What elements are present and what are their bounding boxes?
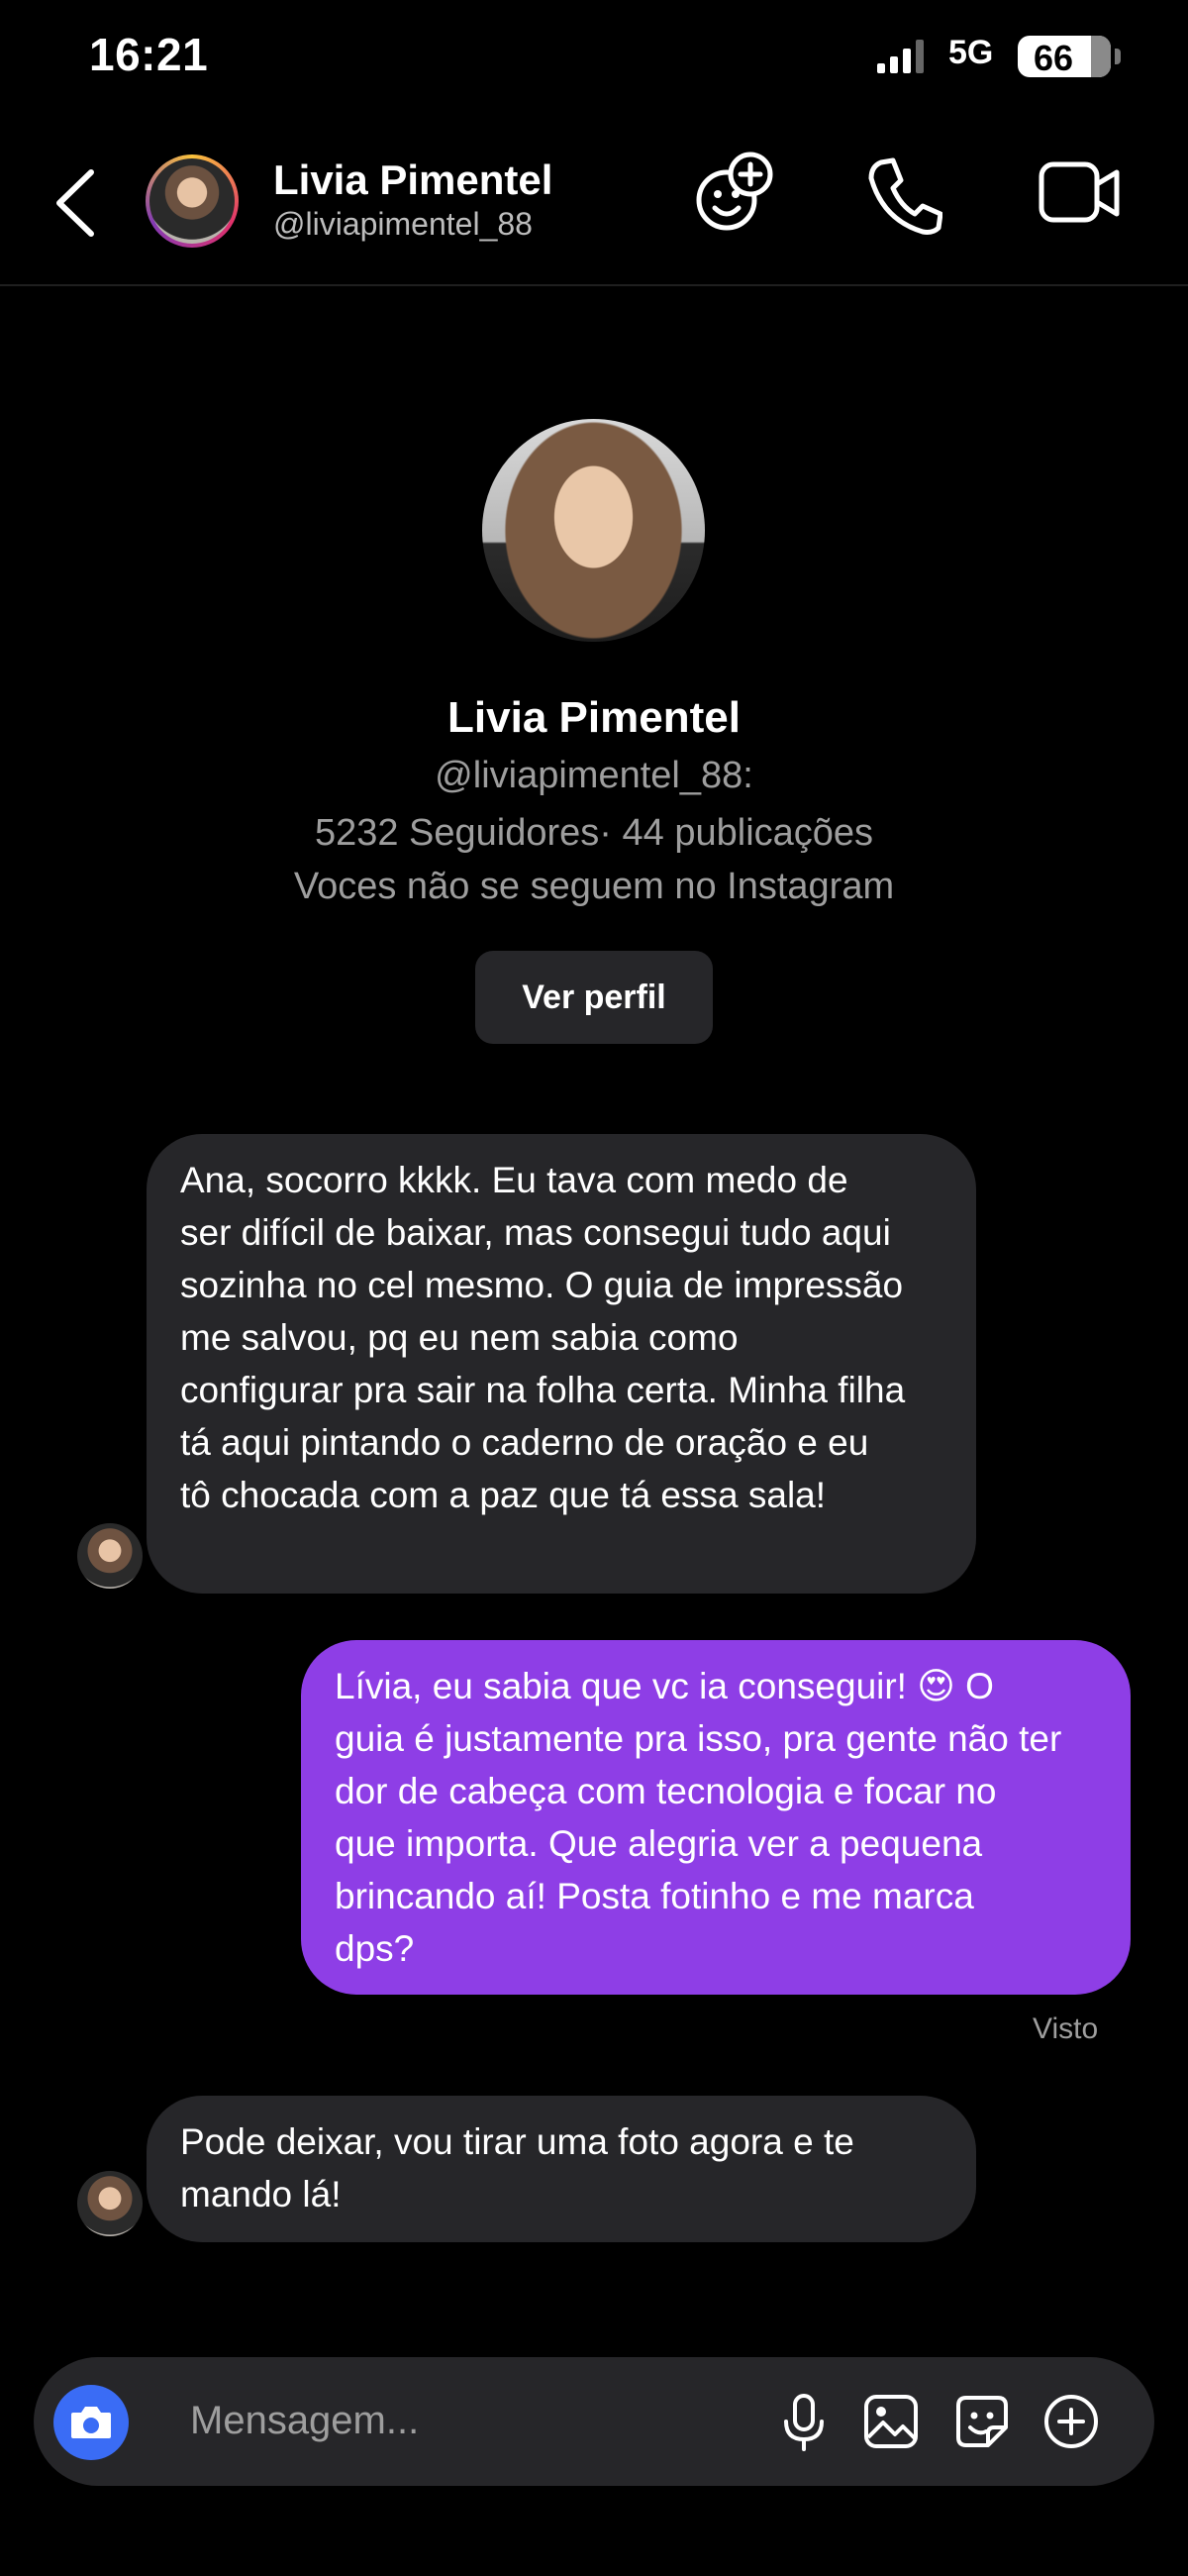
profile-stats: 5232 Seguidores· 44 publicações [314, 812, 874, 854]
header-divider [0, 284, 1188, 286]
plus-icon[interactable] [1040, 2390, 1103, 2453]
message-line: dps? [335, 1928, 415, 1969]
message-line: brincando aí! Posta fotinho e me marca [335, 1876, 974, 1916]
network-label: 5G [948, 34, 994, 71]
message-line: sozinha no cel mesmo. O guia de impressã… [180, 1265, 904, 1305]
message-bubble-incoming[interactable]: Ana, socorro kkkk. Eu tava com medo de s… [147, 1134, 976, 1594]
message-line: ser difícil de baixar, mas consegui tudo… [180, 1212, 891, 1253]
message-line: me salvou, pq eu nem sabia como [180, 1317, 739, 1358]
battery-level: 66 [1034, 38, 1074, 78]
camera-icon [71, 2407, 111, 2438]
sender-avatar[interactable] [77, 1523, 143, 1589]
header-username[interactable]: @liviapimentel_88 [273, 206, 533, 243]
message-bubble-outgoing[interactable]: Lívia, eu sabia que vc ia conseguir! 😍 O… [301, 1640, 1131, 1995]
profile-name: Livia Pimentel [447, 693, 741, 742]
seen-label: Visto [1033, 2012, 1099, 2045]
header-name[interactable]: Livia Pimentel [273, 156, 552, 204]
header-avatar[interactable] [146, 155, 239, 248]
camera-button[interactable] [53, 2385, 129, 2460]
message-input[interactable]: Mensagem... [190, 2399, 419, 2443]
video-icon[interactable] [1038, 149, 1121, 238]
battery-indicator: 66 [1018, 36, 1121, 78]
message-line: Lívia, eu sabia que vc ia conseguir! 😍 O [335, 1666, 994, 1706]
status-time: 16:21 [89, 29, 209, 80]
view-profile-button[interactable]: Ver perfil [475, 951, 713, 1044]
message-line: tá aqui pintando o caderno de oração e e… [180, 1422, 869, 1463]
back-icon[interactable] [51, 168, 101, 238]
message-line: tô chocada com a paz que tá essa sala! [180, 1475, 827, 1515]
microphone-icon[interactable] [772, 2390, 836, 2453]
message-line: Ana, socorro kkkk. Eu tava com medo de [180, 1160, 848, 1200]
message-line: Pode deixar, vou tirar uma foto agora e … [180, 2121, 854, 2162]
sticker-icon[interactable] [950, 2390, 1014, 2453]
profile-avatar[interactable] [482, 419, 705, 642]
message-line: configurar pra sair na folha certa. Minh… [180, 1370, 906, 1410]
message-line: mando lá! [180, 2174, 342, 2215]
image-icon[interactable] [859, 2390, 923, 2453]
message-line: que importa. Que alegria ver a pequena [335, 1823, 983, 1864]
message-line: guia é justamente pra isso, pra gente nã… [335, 1718, 1062, 1759]
phone-icon[interactable] [863, 149, 942, 238]
add-emoji-icon[interactable] [693, 149, 776, 238]
message-bubble-incoming[interactable]: Pode deixar, vou tirar uma foto agora e … [147, 2096, 976, 2242]
signal-icon [877, 40, 924, 73]
profile-username: @liviapimentel_88: [435, 755, 753, 796]
profile-follow-note: Voces não se seguem no Instagram [293, 866, 895, 907]
sender-avatar[interactable] [77, 2171, 143, 2236]
message-line: dor de cabeça com tecnologia e focar no [335, 1771, 997, 1811]
